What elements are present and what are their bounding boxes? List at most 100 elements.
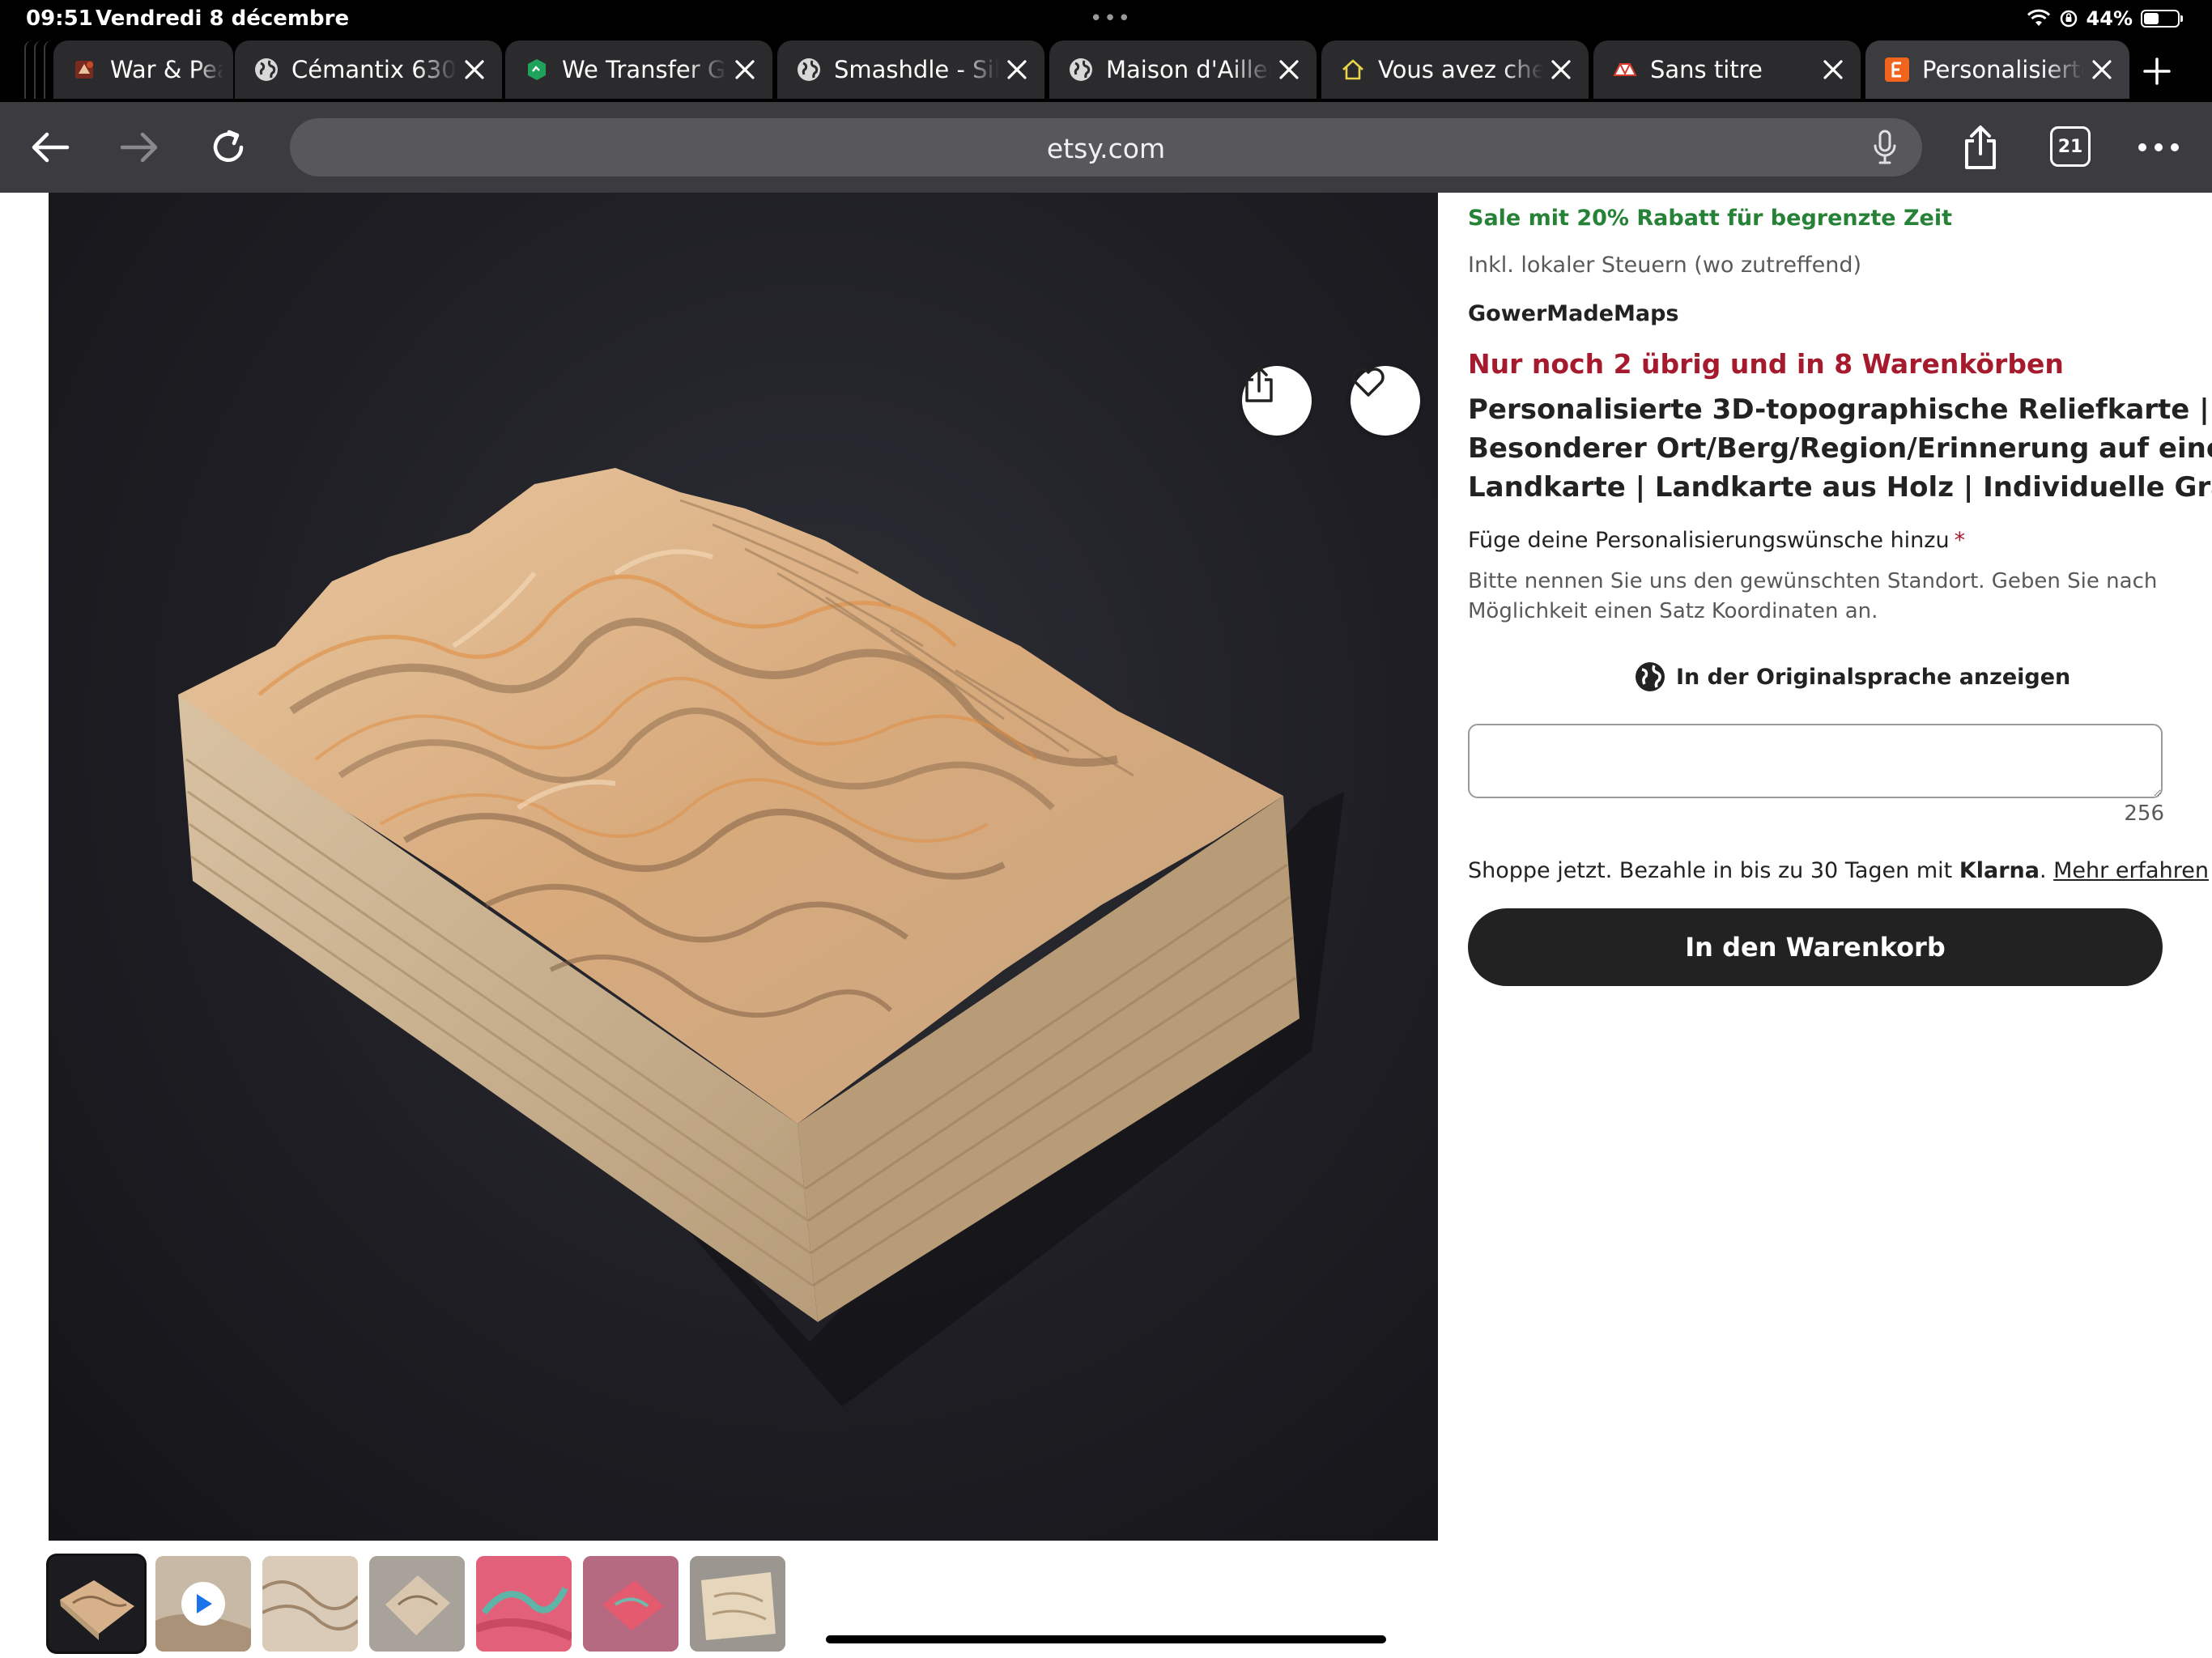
war-and-peace-favicon — [71, 56, 99, 83]
thumbnail-5[interactable] — [476, 1556, 572, 1652]
thumb-relief-5 — [476, 1556, 572, 1652]
home-icon — [1339, 56, 1367, 83]
product-image[interactable] — [49, 193, 1438, 1541]
wetransfer-favicon — [523, 56, 551, 83]
tab-maison-dailleurs[interactable]: Maison d'Ailleurs — [1049, 40, 1317, 99]
required-asterisk: * — [1954, 528, 1966, 553]
tabs-icon: 21 — [2057, 136, 2083, 157]
status-indicators: 44% — [2027, 5, 2183, 32]
tab-wetransfer[interactable]: We Transfer Group — [505, 40, 772, 99]
add-to-cart-button[interactable]: In den Warenkorb — [1468, 908, 2163, 986]
personalization-field[interactable] — [1468, 724, 2163, 798]
back-button[interactable] — [26, 123, 74, 172]
home-indicator[interactable] — [826, 1635, 1386, 1643]
thumb-relief-3 — [262, 1556, 358, 1652]
tab-personalisierte-active[interactable]: Personalisierte 3D — [1865, 40, 2129, 99]
stock-alert: Nur noch 2 übrig und in 8 Warenkörben — [1468, 348, 2064, 380]
thumbnail-4[interactable] — [369, 1556, 465, 1652]
close-icon[interactable] — [1815, 52, 1851, 87]
play-icon — [197, 1594, 212, 1613]
heart-icon — [1352, 368, 1385, 397]
personalization-label-text: Füge deine Personalisierungswünsche hinz… — [1468, 528, 1950, 553]
forward-icon — [120, 132, 158, 163]
multitask-dots[interactable]: ••• — [1090, 6, 1132, 31]
reload-icon — [213, 130, 244, 162]
tab-smashdle[interactable]: Smashdle - Silhouette — [777, 40, 1044, 99]
klarna-separator: . — [2039, 858, 2054, 883]
sale-banner: Sale mit 20% Rabatt für begrenzte Zeit — [1468, 206, 1953, 231]
thumb-relief-7 — [690, 1556, 785, 1652]
more-icon — [2138, 143, 2179, 151]
thumb-relief-6 — [583, 1556, 678, 1652]
globe-icon — [795, 56, 823, 83]
close-icon[interactable] — [727, 52, 763, 87]
tab-stack-edge — [24, 40, 32, 99]
share-icon — [1245, 366, 1273, 402]
close-icon[interactable] — [999, 52, 1035, 87]
favorite-button[interactable] — [1351, 366, 1420, 436]
thumbnail-6[interactable] — [583, 1556, 678, 1652]
tab-title: Personalisierte 3D — [1922, 56, 2084, 83]
address-bar[interactable]: etsy.com — [290, 118, 1922, 176]
personalization-hint-line: Bitte nennen Sie uns den gewünschten Sta… — [1468, 569, 2158, 593]
translate-link[interactable]: In der Originalsprache anzeigen — [1634, 661, 2070, 693]
tab-vous-avez-cherche[interactable]: Vous avez cherché — [1321, 40, 1589, 99]
shop-name-link[interactable]: GowerMadeMaps — [1468, 301, 1679, 326]
klarna-brand: Klarna — [1959, 858, 2040, 883]
tab-war-and-peace[interactable]: War & Peace — [53, 40, 233, 99]
play-button[interactable] — [181, 1582, 225, 1626]
share-image-button[interactable] — [1242, 366, 1312, 436]
tab-title: War & Peace — [110, 56, 223, 83]
tabs-button[interactable]: 21 — [2050, 126, 2091, 167]
new-tab-button[interactable] — [2134, 49, 2180, 94]
klarna-learn-more-link[interactable]: Mehr erfahren — [2053, 858, 2209, 883]
tab-title: Vous avez cherché — [1378, 56, 1543, 83]
drive-favicon — [1611, 56, 1639, 83]
reload-button[interactable] — [204, 123, 253, 172]
thumbnail-7[interactable] — [690, 1556, 785, 1652]
thumbnail-3[interactable] — [262, 1556, 358, 1652]
share-button[interactable] — [1956, 123, 2005, 172]
wifi-icon — [2027, 9, 2050, 26]
globe-icon — [1636, 662, 1665, 691]
forward-button[interactable] — [115, 123, 164, 172]
personalization-hint-line: Möglichkeit einen Satz Koordinaten an. — [1468, 599, 1878, 623]
personalization-hint: Bitte nennen Sie uns den gewünschten Sta… — [1468, 567, 2164, 627]
status-bar: 09:51 Vendredi 8 décembre ••• 44% — [0, 0, 2212, 37]
status-time: 09:51 — [26, 6, 93, 31]
product-title-line: Personalisierte 3D-topographische Relief… — [1468, 393, 2210, 426]
tab-title: Sans titre — [1650, 56, 1763, 83]
tab-strip: War & Peace Cémantix 630 | Le jeu We Tra… — [0, 37, 2212, 102]
translate-link-text: In der Originalsprache anzeigen — [1676, 664, 2071, 690]
close-icon[interactable] — [457, 52, 492, 87]
close-icon[interactable] — [2084, 52, 2120, 87]
globe-icon — [253, 56, 280, 83]
thumbnail-1[interactable] — [49, 1556, 144, 1652]
status-date: Vendredi 8 décembre — [96, 6, 350, 31]
tab-cemantix[interactable]: Cémantix 630 | Le jeu — [235, 40, 502, 99]
tab-title: We Transfer Group — [562, 56, 727, 83]
product-title: Personalisierte 3D-topographische Relief… — [1468, 390, 2212, 507]
orientation-lock-icon — [2060, 10, 2077, 28]
more-button[interactable] — [2134, 123, 2183, 172]
product-title-line: Besonderer Ort/Berg/Region/Erinnerung au… — [1468, 432, 2212, 465]
url-text: etsy.com — [1046, 133, 1166, 164]
personalization-label: Füge deine Personalisierungswünsche hinz… — [1468, 528, 1965, 553]
thumbnail-video[interactable] — [155, 1556, 251, 1652]
share-icon — [1965, 125, 1996, 169]
klarna-note: Shoppe jetzt. Bezahle in bis zu 30 Tagen… — [1468, 858, 2209, 883]
tab-title: Maison d'Ailleurs — [1106, 56, 1271, 83]
thumb-relief-4 — [369, 1556, 465, 1652]
tab-title: Smashdle - Silhouette — [834, 56, 999, 83]
tab-sans-titre[interactable]: Sans titre — [1593, 40, 1861, 99]
battery-icon — [2141, 10, 2183, 28]
back-icon — [32, 132, 70, 163]
close-icon[interactable] — [1271, 52, 1307, 87]
tax-note: Inkl. lokaler Steuern (wo zutreffend) — [1468, 253, 1861, 278]
plus-icon — [2143, 57, 2171, 85]
tab-title: Cémantix 630 | Le jeu — [291, 56, 457, 83]
tab-stack-edge — [44, 40, 52, 99]
globe-icon — [1067, 56, 1095, 83]
mic-button[interactable] — [1865, 128, 1904, 167]
close-icon[interactable] — [1543, 52, 1579, 87]
